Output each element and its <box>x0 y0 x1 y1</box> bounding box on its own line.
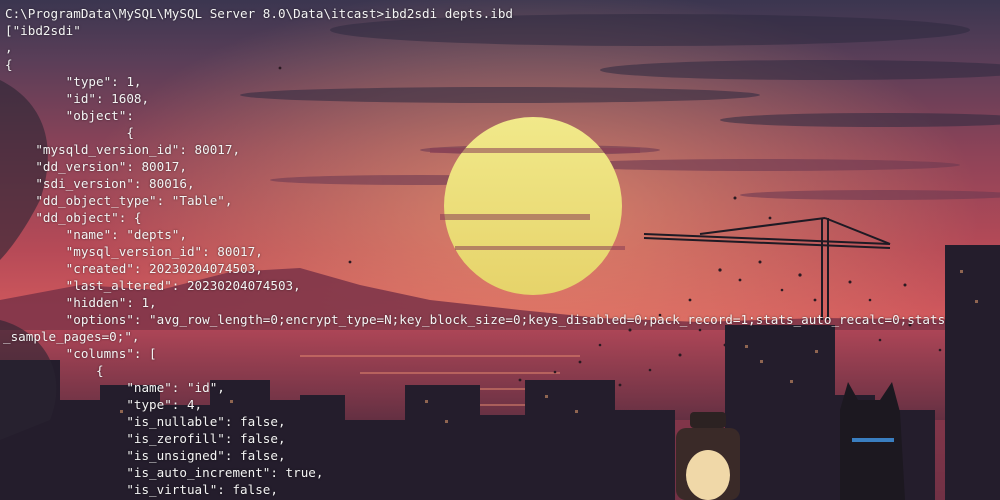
command-text: ibd2sdi depts.ibd <box>384 6 514 21</box>
command-line: C:\ProgramData\MySQL\MySQL Server 8.0\Da… <box>5 5 513 22</box>
output-line: "options": "avg_row_length=0;encrypt_typ… <box>5 312 946 327</box>
terminal-output[interactable]: C:\ProgramData\MySQL\MySQL Server 8.0\Da… <box>0 0 1000 500</box>
output-line: "hidden": 1, <box>5 295 157 310</box>
output-line: "dd_object_type": "Table", <box>5 193 233 208</box>
output-line: "dd_object": { <box>5 210 142 225</box>
output-line: "object": <box>5 108 134 123</box>
output-line: "is_nullable": false, <box>5 414 286 429</box>
output-line: "is_unsigned": false, <box>5 448 286 463</box>
output-line: "dd_version": 80017, <box>5 159 187 174</box>
output-line: "type": 1, <box>5 74 142 89</box>
output-line: "created": 20230204074503, <box>5 261 263 276</box>
output-line: "name": "id", <box>5 380 225 395</box>
output-line: { <box>5 57 13 72</box>
output-line: { <box>5 363 104 378</box>
output-line: { <box>5 125 134 140</box>
prompt-path: C:\ProgramData\MySQL\MySQL Server 8.0\Da… <box>5 6 385 21</box>
output-line: "sdi_version": 80016, <box>5 176 195 191</box>
output-line: "columns": [ <box>5 346 157 361</box>
output-line: "name": "depts", <box>5 227 187 242</box>
output-line: _sample_pages=0;", <box>3 329 140 344</box>
output-line: "type": 4, <box>5 397 203 412</box>
output-line: "mysqld_version_id": 80017, <box>5 142 241 157</box>
output-line: , <box>5 40 13 55</box>
output-line: "is_virtual": false, <box>5 482 278 497</box>
output-line: "id": 1608, <box>5 91 150 106</box>
output-line: "last_altered": 20230204074503, <box>5 278 301 293</box>
output-line: "is_auto_increment": true, <box>5 465 324 480</box>
output-line: "mysql_version_id": 80017, <box>5 244 263 259</box>
output-line: "is_zerofill": false, <box>5 431 286 446</box>
output-line: ["ibd2sdi" <box>5 23 81 38</box>
